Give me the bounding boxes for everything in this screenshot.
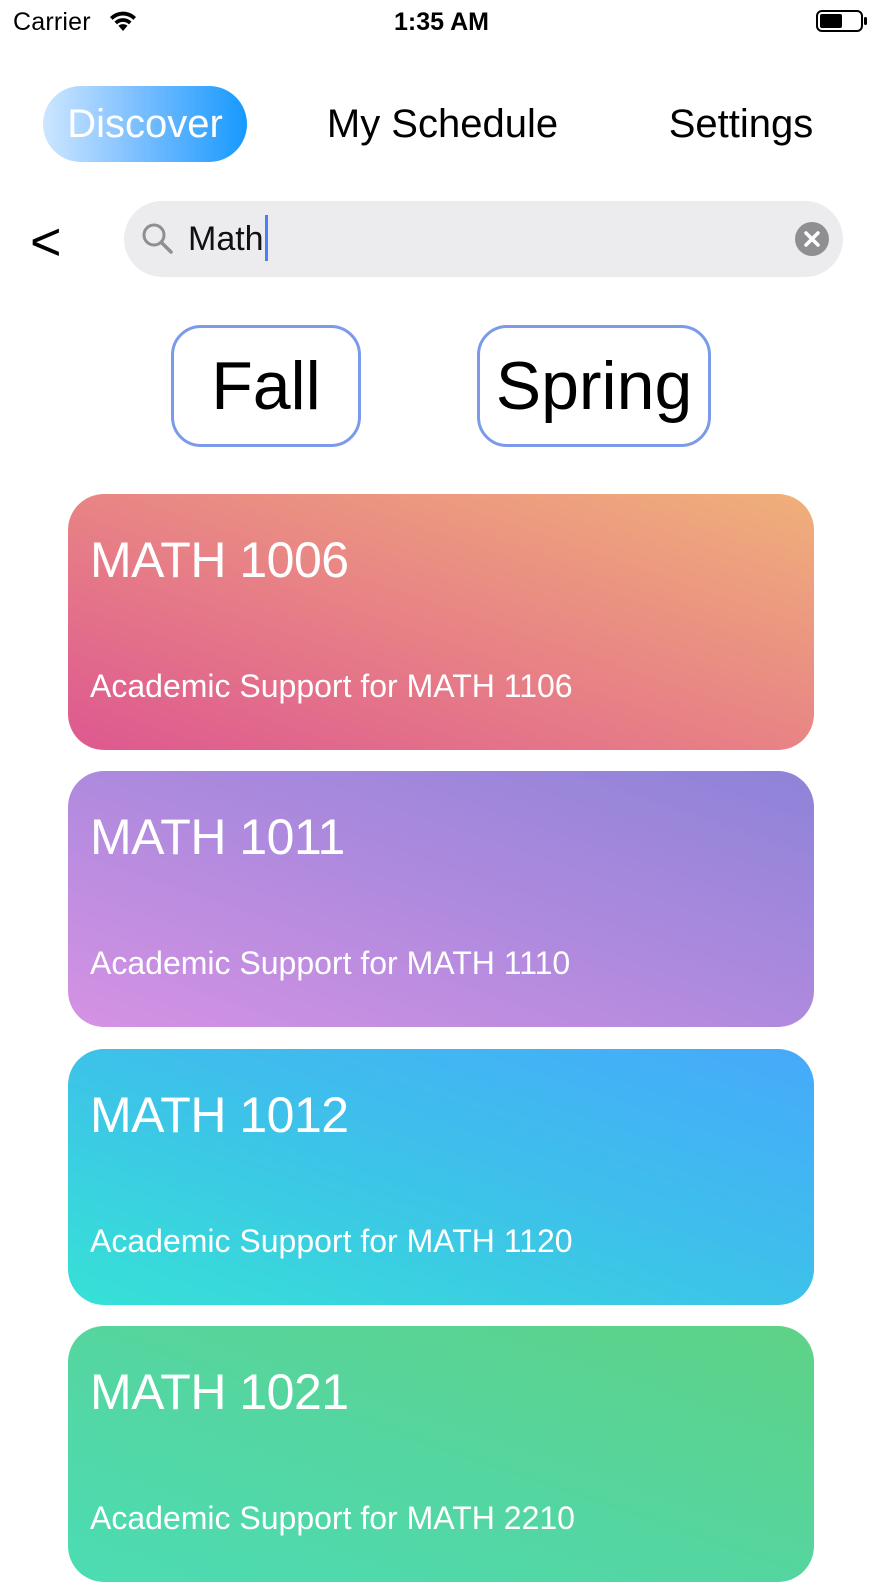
course-description: Academic Support for MATH 1110 [90,945,571,981]
search-icon [142,223,173,254]
course-card[interactable]: MATH 1006 Academic Support for MATH 1106 [68,494,814,750]
clear-icon[interactable] [795,222,829,256]
course-code: MATH 1021 [90,1364,349,1420]
course-code: MATH 1011 [90,809,345,865]
course-card[interactable]: MATH 1021 Academic Support for MATH 2210 [68,1326,814,1582]
battery-icon [816,10,867,32]
spring-button[interactable]: Spring [477,325,711,447]
search-input[interactable]: Math [188,215,268,262]
course-code: MATH 1006 [90,532,349,588]
search-bar[interactable]: Math [124,201,843,277]
course-card[interactable]: MATH 1011 Academic Support for MATH 1110 [68,771,814,1027]
fall-button[interactable]: Fall [171,325,361,447]
text-caret [264,215,268,262]
tab-settings[interactable]: Settings [640,86,842,162]
status-time: 1:35 AM [394,8,489,36]
course-card[interactable]: MATH 1012 Academic Support for MATH 1120 [68,1049,814,1305]
course-description: Academic Support for MATH 1106 [90,668,573,704]
back-button[interactable]: < [30,212,76,272]
tab-my-schedule[interactable]: My Schedule [300,86,585,162]
course-code: MATH 1012 [90,1087,349,1143]
course-description: Academic Support for MATH 1120 [90,1223,573,1259]
course-description: Academic Support for MATH 2210 [90,1500,575,1536]
status-bar: Carrier 1:35 AM [0,0,883,44]
search-query: Math [188,220,264,258]
tab-discover[interactable]: Discover [43,86,247,162]
